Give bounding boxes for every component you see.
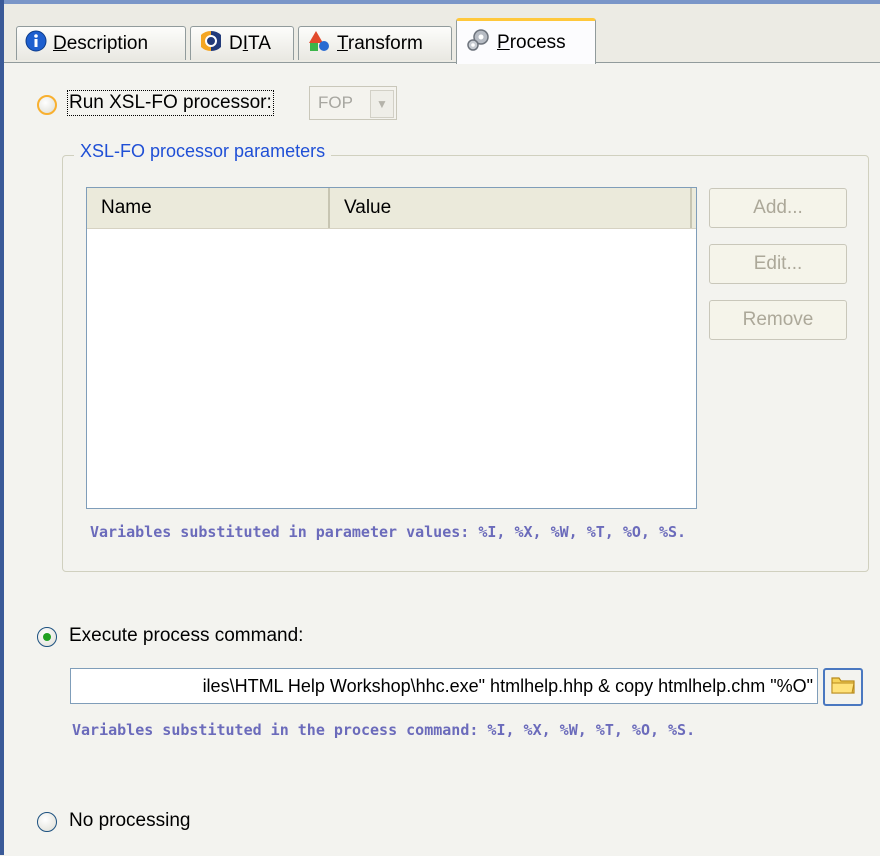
add-parameter-button[interactable]: Add... xyxy=(709,188,847,228)
remove-parameter-button[interactable]: Remove xyxy=(709,300,847,340)
tab-dita[interactable]: DITA xyxy=(190,26,294,60)
command-variables-hint: Variables substituted in the process com… xyxy=(72,721,696,739)
tab-transform[interactable]: Transform xyxy=(298,26,452,60)
parameters-table[interactable]: Name Value xyxy=(86,187,697,509)
no-processing-label[interactable]: No processing xyxy=(69,810,190,832)
process-command-input[interactable]: iles\HTML Help Workshop\hhc.exe" htmlhel… xyxy=(70,668,818,704)
xslfo-parameters-title: XSL-FO processor parameters xyxy=(74,141,332,162)
browse-folder-button[interactable] xyxy=(823,668,863,706)
edit-parameter-button[interactable]: Edit... xyxy=(709,244,847,284)
transform-icon xyxy=(307,29,331,59)
no-processing-radio[interactable] xyxy=(37,812,57,832)
info-icon xyxy=(25,30,47,58)
parameter-variables-hint: Variables substituted in parameter value… xyxy=(90,523,687,541)
column-header-name[interactable]: Name xyxy=(87,188,330,228)
chevron-down-icon[interactable]: ▼ xyxy=(370,90,394,118)
xslfo-processor-select[interactable]: FOP ▼ xyxy=(309,86,397,120)
gears-icon xyxy=(465,27,491,59)
tab-process[interactable]: Process xyxy=(456,18,596,64)
tab-description[interactable]: Description xyxy=(16,26,186,60)
run-xslfo-radio[interactable] xyxy=(37,95,57,115)
folder-icon xyxy=(830,673,856,701)
parameters-table-header: Name Value xyxy=(87,188,696,229)
execute-command-label[interactable]: Execute process command: xyxy=(69,625,303,647)
execute-command-radio[interactable] xyxy=(37,627,57,647)
column-header-value[interactable]: Value xyxy=(330,188,692,228)
dita-icon xyxy=(199,29,223,59)
run-xslfo-label[interactable]: Run XSL-FO processor: xyxy=(67,90,274,116)
